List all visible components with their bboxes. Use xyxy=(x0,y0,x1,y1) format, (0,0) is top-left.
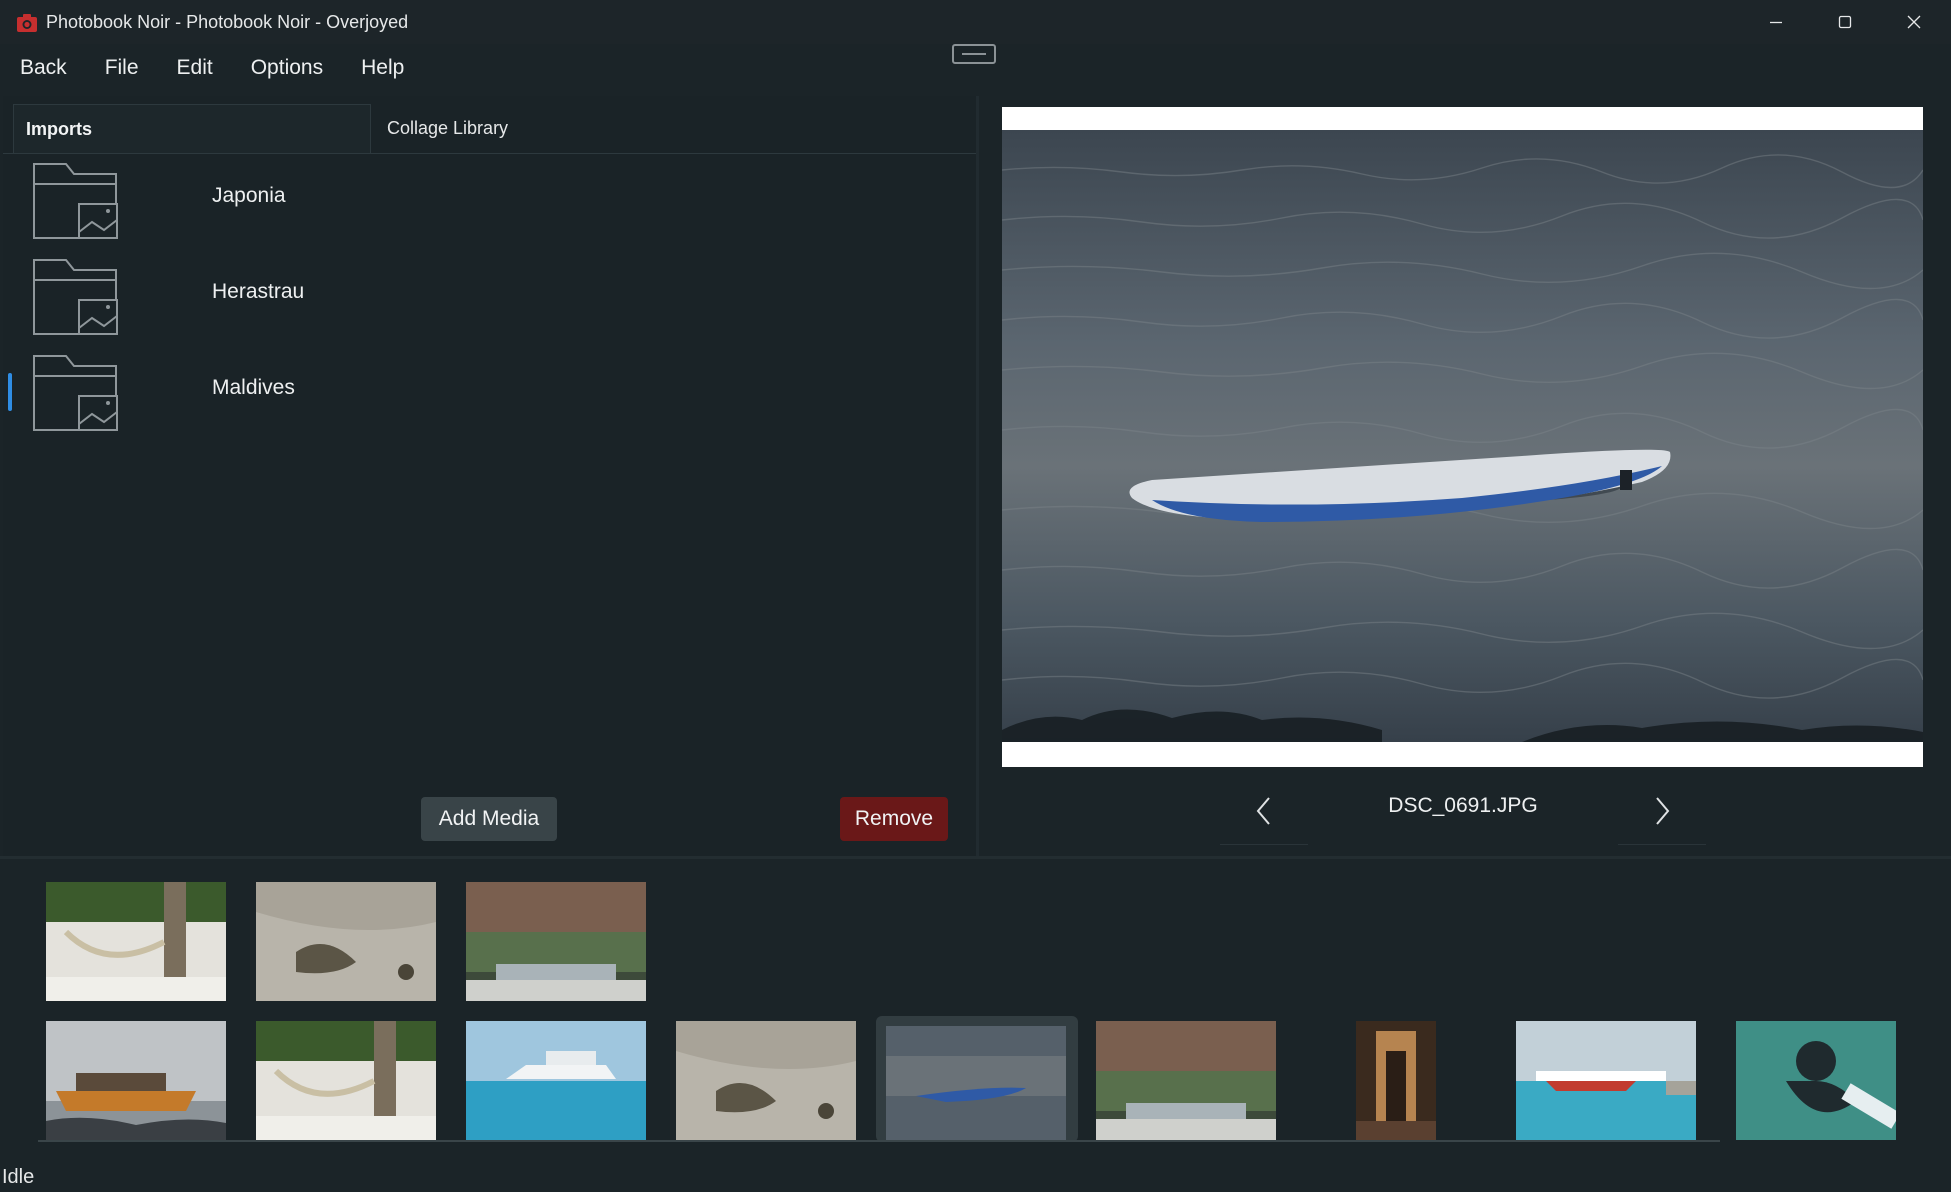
add-media-button[interactable]: Add Media xyxy=(421,797,557,841)
thumbnail-boat[interactable] xyxy=(46,1021,226,1140)
folder-name: Herastrau xyxy=(212,280,305,303)
menu-options[interactable]: Options xyxy=(231,50,341,88)
thumbnail-paddleboard[interactable] xyxy=(886,1026,1066,1140)
close-icon xyxy=(1907,15,1921,29)
minimize-icon xyxy=(1770,21,1782,24)
remove-button[interactable]: Remove xyxy=(840,797,948,841)
thumbnail-hammock[interactable] xyxy=(256,1021,436,1140)
folder-image-icon xyxy=(33,163,118,239)
tab-imports[interactable]: Imports xyxy=(13,104,371,154)
maximize-button[interactable] xyxy=(1811,0,1879,44)
camera-icon xyxy=(16,13,38,33)
folder-image-icon xyxy=(33,259,118,335)
thumbnail-hammock[interactable] xyxy=(46,882,226,1001)
previous-image-button[interactable] xyxy=(1220,778,1308,845)
folder-item-japonia[interactable]: Japonia xyxy=(10,156,960,248)
thumbnail-lizard[interactable] xyxy=(256,882,436,1001)
folder-name: Japonia xyxy=(212,184,286,207)
window-title: Photobook Noir - Photobook Noir - Overjo… xyxy=(46,12,409,32)
tab-divider xyxy=(3,153,976,154)
thumbnail-hut[interactable] xyxy=(1096,1021,1276,1140)
thumbnail-yacht[interactable] xyxy=(466,1021,646,1140)
maximize-icon xyxy=(1838,15,1852,29)
thumbnail-diver[interactable] xyxy=(1736,1021,1896,1140)
folder-image-icon xyxy=(33,355,118,431)
menu-file[interactable]: File xyxy=(85,50,157,88)
close-button[interactable] xyxy=(1880,0,1948,44)
tab-collage-library[interactable]: Collage Library xyxy=(372,104,572,154)
tab-collage-library-label: Collage Library xyxy=(387,118,509,138)
minimize-button[interactable] xyxy=(1742,0,1810,44)
tab-imports-label: Imports xyxy=(26,119,93,139)
chevron-right-icon xyxy=(1656,797,1670,825)
folder-item-maldives[interactable]: Maldives xyxy=(10,348,960,440)
thumbnail-strip-scrollbar[interactable] xyxy=(38,1140,1720,1142)
thumbnail-lizard[interactable] xyxy=(676,1021,856,1140)
thumbnail-seaplane[interactable] xyxy=(1516,1021,1696,1140)
chevron-left-icon xyxy=(1256,797,1270,825)
preview-filename: DSC_0691.JPG xyxy=(1388,794,1538,817)
panel-drag-handle[interactable] xyxy=(952,44,996,64)
thumbnail-hut[interactable] xyxy=(466,882,646,1001)
menu-bar: Back File Edit Options Help xyxy=(0,50,422,88)
menu-back[interactable]: Back xyxy=(0,50,85,88)
thumbnail-corridor[interactable] xyxy=(1356,1021,1436,1140)
menu-help[interactable]: Help xyxy=(341,50,422,88)
next-image-button[interactable] xyxy=(1618,778,1706,845)
menu-edit[interactable]: Edit xyxy=(157,50,231,88)
folder-item-herastrau[interactable]: Herastrau xyxy=(10,252,960,344)
folder-name: Maldives xyxy=(212,376,295,399)
status-text: Idle xyxy=(2,1166,35,1188)
preview-image xyxy=(1001,130,1924,742)
